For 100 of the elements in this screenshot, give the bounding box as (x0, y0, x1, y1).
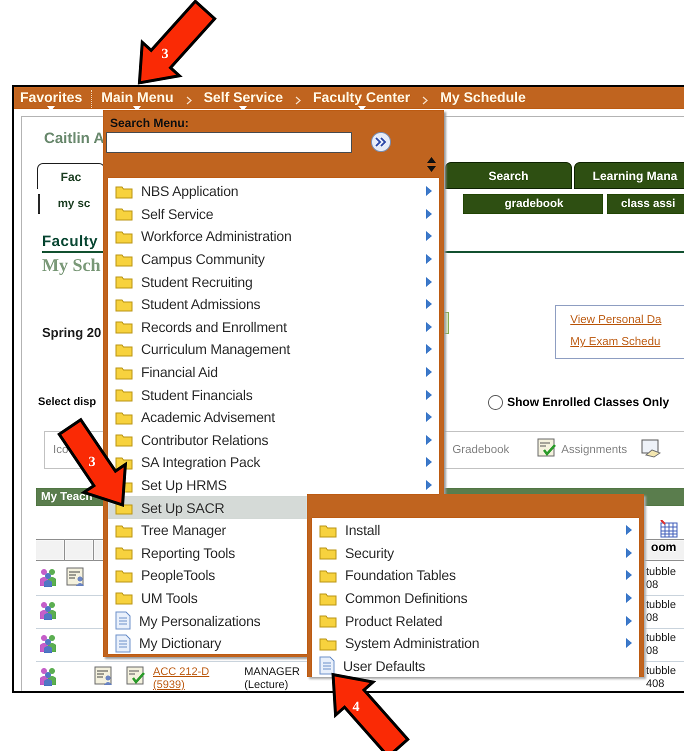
nav-menu-item[interactable]: My Schedule (436, 87, 530, 109)
nav-menu-item[interactable]: Main Menu (97, 87, 178, 109)
folder-icon (115, 342, 133, 357)
search-menu-label: Search Menu: (110, 116, 190, 130)
folder-icon (115, 410, 133, 425)
step-number: 3 (162, 47, 168, 62)
menu-item[interactable]: Curriculum Management (108, 338, 439, 361)
folder-icon (319, 545, 337, 560)
user-name: Caitlin A (44, 130, 104, 146)
folder-icon (115, 206, 133, 222)
submenu-arrow-icon (626, 525, 632, 536)
submenu-arrow-icon (626, 548, 632, 558)
chevron-icon (294, 96, 301, 105)
page-heading: Faculty (42, 232, 98, 250)
menu-item[interactable]: Workforce Administration (108, 225, 439, 248)
step-number: 3 (88, 455, 96, 470)
folder-icon (115, 387, 133, 402)
table-cell: tubble (646, 566, 676, 579)
radio-button[interactable] (488, 394, 504, 410)
term-label: Spring 20 (42, 324, 102, 340)
tab[interactable]: Learning Mana (574, 162, 684, 189)
table-cell: MANAGER (244, 666, 300, 679)
nav-menu-item[interactable]: Faculty Center (308, 87, 414, 109)
menu-item[interactable]: Financial Aid (108, 360, 439, 384)
section-link[interactable]: (5939) (153, 679, 210, 691)
submenu-arrow-icon (626, 638, 632, 648)
table-cell: tubble (646, 632, 676, 645)
tab[interactable]: Fac (37, 163, 105, 189)
submenu-arrow-icon (426, 390, 432, 400)
roster-icon (94, 666, 114, 686)
table-cell-text: 08 (646, 645, 660, 658)
folder-icon (115, 296, 133, 312)
search-go-button[interactable] (371, 132, 391, 152)
checklist-icon (537, 438, 558, 458)
sort-icon[interactable] (427, 157, 436, 172)
submenu-arrow-icon (626, 570, 632, 580)
submenu-arrow-icon (426, 322, 432, 332)
folder-icon (115, 590, 133, 606)
submenu-arrow-icon (426, 276, 432, 287)
menu-item[interactable]: Academic Advisement (108, 406, 439, 429)
link[interactable]: View Personal Da (570, 314, 684, 326)
table-cell: tubble (646, 665, 676, 678)
folder-icon (319, 613, 337, 628)
submenu-arrow-icon (426, 480, 432, 490)
toolbar-link[interactable]: Gradebook (452, 444, 510, 456)
menu-item[interactable]: Contributor Relations (108, 428, 439, 452)
toolbar-link[interactable]: Ico (53, 444, 68, 456)
submenu-arrow-icon (426, 254, 432, 264)
link[interactable]: My Exam Schedu (570, 336, 684, 348)
submenu-arrow-icon (426, 186, 432, 196)
chevron-icon (186, 96, 192, 105)
submenu-arrow-icon (426, 208, 432, 219)
folder-icon (319, 636, 337, 651)
people-icon (38, 600, 58, 620)
course-link[interactable]: ACC 212-D (153, 666, 210, 679)
page-subheading: My Sch (42, 254, 100, 276)
folder-icon (115, 568, 133, 583)
checklist-icon (126, 666, 146, 686)
menu-item[interactable]: Student Admissions (108, 292, 439, 316)
menu-item[interactable]: Foundation Tables (312, 564, 639, 587)
display-option-label: Select disp (38, 396, 96, 408)
tab[interactable]: Search (445, 162, 572, 189)
submenu-arrow-icon (426, 434, 432, 445)
menu-item[interactable]: Install (312, 519, 639, 542)
menu-item[interactable]: Student Financials (108, 383, 439, 406)
table-cell-text: 408 (646, 678, 666, 691)
menu-item[interactable]: Records and Enrollment (108, 316, 439, 338)
people-icon (38, 666, 58, 686)
roster-icon (66, 567, 86, 587)
step-number: 4 (352, 700, 360, 715)
table-cell-text: 08 (646, 579, 660, 592)
folder-icon (319, 568, 337, 583)
column-heading: oom (651, 540, 676, 556)
submenu-arrow-icon (426, 344, 432, 354)
search-field[interactable] (106, 132, 352, 153)
radio-label: Show Enrolled Classes Only (507, 395, 670, 409)
calendar-icon (660, 520, 678, 538)
double-chevron-icon (375, 137, 387, 147)
menu-item[interactable]: Common Definitions (312, 586, 639, 610)
menu-item[interactable]: Product Related (312, 609, 639, 632)
nav-menu-item[interactable]: Self Service (200, 87, 287, 109)
document-icon (115, 611, 131, 630)
menu-item[interactable]: Security (312, 542, 639, 564)
menu-item[interactable]: Student Recruiting (108, 270, 439, 293)
menu-item[interactable]: NBS Application (108, 180, 439, 203)
document-icon (319, 656, 335, 676)
submenu-arrow-icon (426, 367, 432, 378)
submenu-arrow-icon (426, 299, 432, 310)
menu-item[interactable]: Campus Community (108, 248, 439, 270)
people-icon (38, 633, 58, 653)
nav-menu-item[interactable]: Favorites (16, 87, 86, 109)
submenu-arrow-icon (426, 412, 432, 422)
toolbar-link[interactable]: Assignments (561, 444, 628, 456)
folder-icon (319, 590, 337, 606)
menu-item[interactable]: User Defaults (312, 654, 639, 678)
folder-icon (115, 274, 133, 290)
menu-item[interactable]: Self Service (108, 202, 439, 226)
subtab[interactable]: gradebook (463, 194, 603, 214)
menu-item[interactable]: System Administration (312, 632, 639, 655)
subtab[interactable]: class assi (607, 194, 684, 214)
